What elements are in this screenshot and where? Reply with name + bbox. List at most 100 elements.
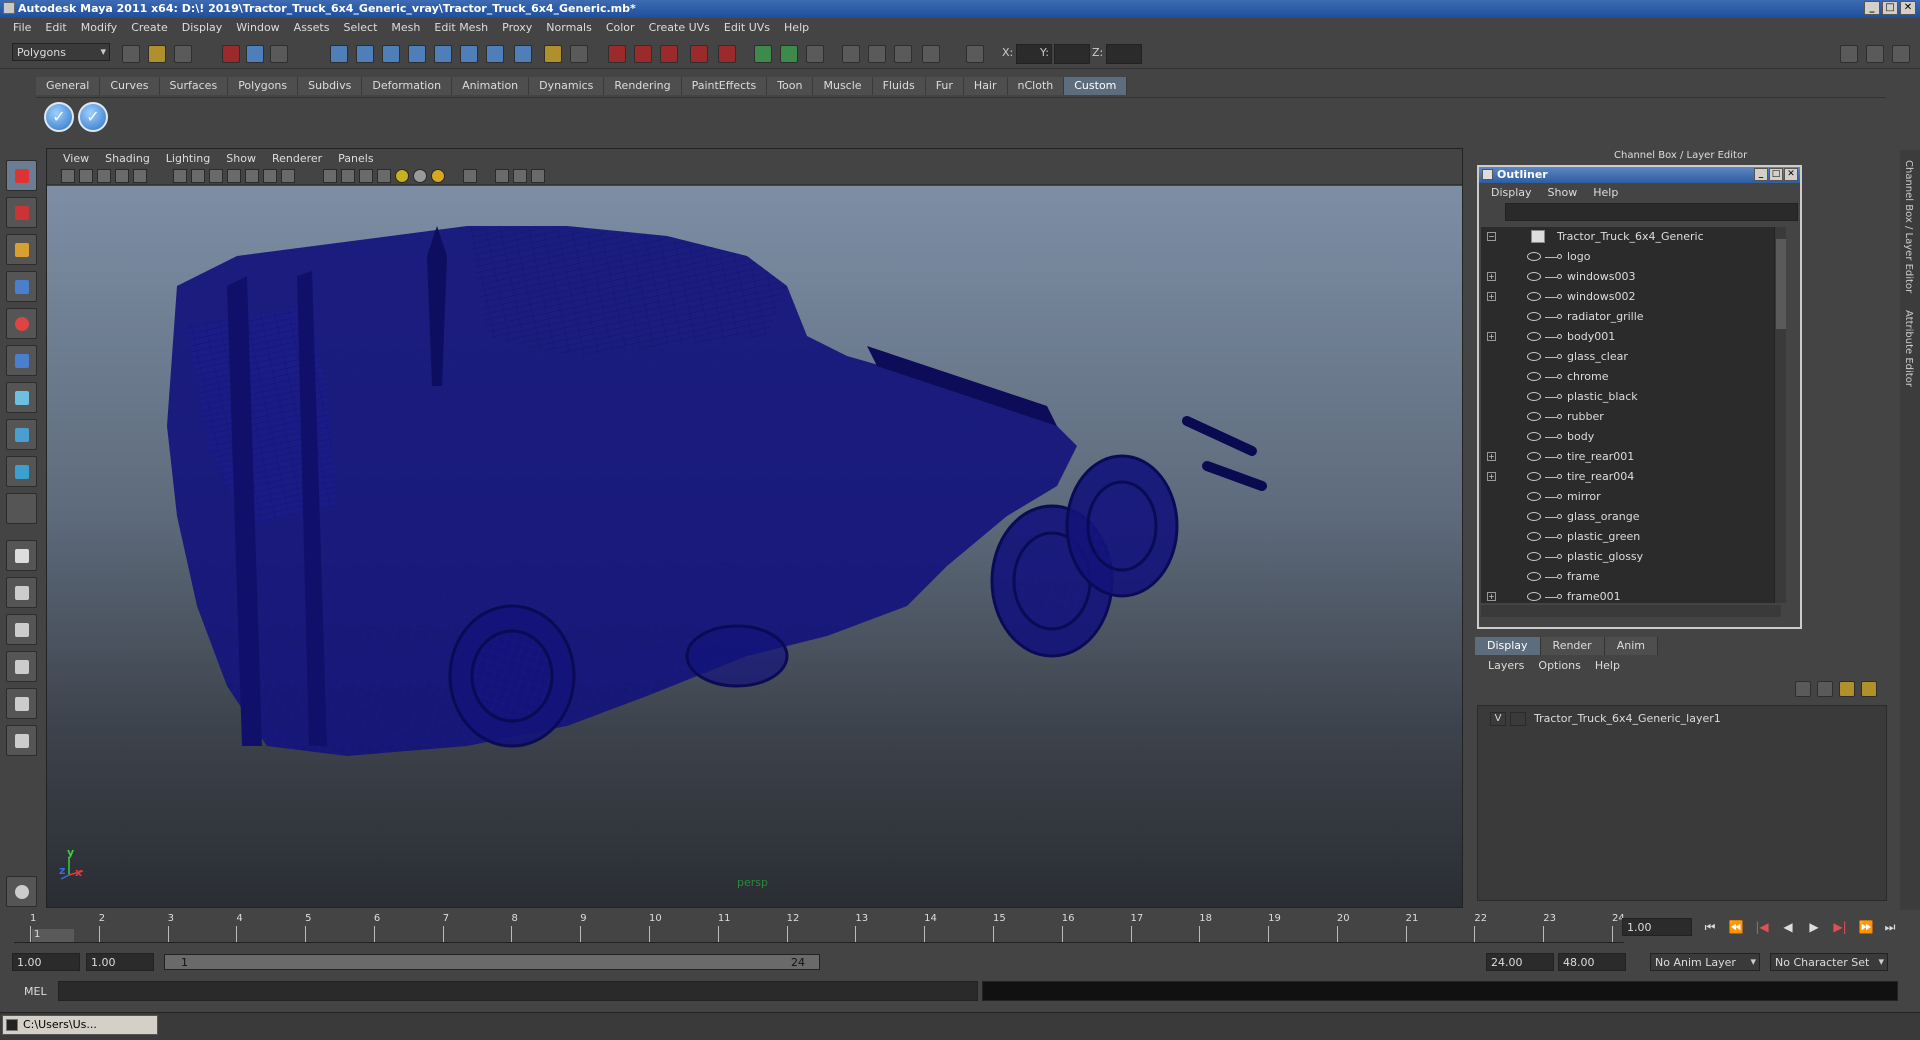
playback-end-field[interactable]: 24.00 [1486,953,1554,971]
menu-edit-uvs[interactable]: Edit UVs [717,21,777,34]
show-attribute-editor-icon[interactable] [842,45,860,63]
expand-icon[interactable]: + [1487,272,1496,281]
hypershade-icon[interactable] [690,45,708,63]
show-outliner-icon[interactable] [922,45,940,63]
menu-display[interactable]: Display [175,21,230,34]
construction-history-icon[interactable] [486,45,504,63]
outliner-item[interactable]: + windows003 [1481,267,1781,287]
layer-name[interactable]: Tractor_Truck_6x4_Generic_layer1 [1534,712,1721,725]
gate-mask-icon[interactable] [227,169,241,183]
snap-plane-icon[interactable] [408,45,426,63]
resolution-gate-icon[interactable] [209,169,223,183]
snap-live-icon[interactable] [434,45,452,63]
snap-point-icon[interactable] [382,45,400,63]
outliner-maximize-button[interactable]: □ [1769,168,1783,181]
universal-manipulator-tool[interactable] [6,382,37,413]
two-d-pan-icon[interactable] [133,169,147,183]
expand-icon[interactable]: + [1487,332,1496,341]
menu-set-dropdown[interactable]: Polygons [12,43,110,61]
shelf-check-button-2[interactable]: ✓ [78,102,108,132]
time-slider[interactable]: 1 2 3 4 5 6 7 8 9 10 11 12 13 14 15 16 17 18 19 20 21 22 23 24 1 [14,913,1625,943]
rename-icon[interactable] [806,45,824,63]
viewport-menu-shading[interactable]: Shading [97,152,158,165]
outliner-item[interactable]: + tire_rear001 [1481,447,1781,467]
menu-proxy[interactable]: Proxy [495,21,539,34]
tab-ncloth[interactable]: nCloth [1007,77,1065,95]
tab-dynamics[interactable]: Dynamics [529,77,605,95]
menu-modify[interactable]: Modify [74,21,124,34]
layer-menu-options[interactable]: Options [1531,659,1587,672]
ipr-render-icon[interactable] [634,45,652,63]
layout-hypershade-icon[interactable] [6,688,37,719]
layer-up-icon[interactable] [1839,681,1855,697]
snap-grid-icon[interactable] [330,45,348,63]
open-scene-icon[interactable] [148,45,166,63]
bookmark-icon[interactable] [97,169,111,183]
menu-mesh[interactable]: Mesh [384,21,427,34]
field-chart-icon[interactable] [245,169,259,183]
show-channel-box-icon[interactable] [894,45,912,63]
step-forward-key-button[interactable]: ⏩ [1856,920,1876,936]
menu-assets[interactable]: Assets [287,21,337,34]
camera-attributes-icon[interactable] [79,169,93,183]
menu-edit[interactable]: Edit [38,21,73,34]
tab-fur[interactable]: Fur [925,77,964,95]
smooth-shade-icon[interactable] [341,169,355,183]
tab-animation[interactable]: Animation [452,77,530,95]
tab-subdivs[interactable]: Subdivs [298,77,363,95]
menu-edit-mesh[interactable]: Edit Mesh [427,21,495,34]
current-frame-field[interactable]: 1.00 [1622,918,1692,936]
outliner-item[interactable]: glass_clear [1481,347,1781,367]
tab-polygons[interactable]: Polygons [228,77,299,95]
outliner-item[interactable]: chrome [1481,367,1781,387]
channel-box-side-tab[interactable]: Channel Box / Layer Editor [1903,160,1914,293]
rotate-tool[interactable] [6,308,37,339]
command-input[interactable] [58,981,978,1001]
menu-color[interactable]: Color [599,21,642,34]
close-button[interactable]: ✕ [1900,1,1916,15]
expand-icon[interactable]: + [1487,292,1496,301]
outliner-item[interactable]: rubber [1481,407,1781,427]
outliner-close-button[interactable]: ✕ [1784,168,1798,181]
go-to-end-button[interactable]: ⏭ [1880,920,1900,936]
all-lights-icon[interactable] [413,169,427,183]
outliner-menu-display[interactable]: Display [1483,186,1540,199]
new-scene-icon[interactable] [122,45,140,63]
show-tool-settings-icon[interactable] [868,45,886,63]
shadows-icon[interactable] [431,169,445,183]
layout-outliner-graph-icon[interactable] [6,725,37,756]
save-scene-icon[interactable] [174,45,192,63]
tab-custom[interactable]: Custom [1064,77,1128,95]
minimize-button[interactable]: _ [1864,1,1880,15]
attribute-editor-side-tab[interactable]: Attribute Editor [1903,310,1914,387]
menu-create-uvs[interactable]: Create UVs [642,21,717,34]
play-forwards-button[interactable]: ▶ [1804,920,1824,936]
last-tool[interactable] [6,493,37,524]
layout-channel-icon[interactable] [1892,45,1910,63]
share-icon[interactable] [531,169,545,183]
play-backwards-button[interactable]: ◀ [1778,920,1798,936]
step-forward-frame-button[interactable]: ▶| [1830,920,1850,936]
soft-modification-tool[interactable] [6,419,37,450]
outliner-item[interactable]: + frame001 [1481,587,1781,603]
animation-end-field[interactable]: 48.00 [1558,953,1626,971]
wireframe-icon[interactable] [323,169,337,183]
new-layer-selected-icon[interactable] [1817,681,1833,697]
safe-title-icon[interactable] [281,169,295,183]
tab-fluids[interactable]: Fluids [872,77,926,95]
go-to-start-button[interactable]: ⏮ [1700,920,1720,936]
z-field[interactable] [1106,44,1142,64]
outliner-vertical-scrollbar[interactable] [1774,227,1786,603]
outliner-menu-show[interactable]: Show [1540,186,1586,199]
character-set-dropdown[interactable]: No Character Set [1770,953,1888,971]
layer-down-icon[interactable] [1861,681,1877,697]
range-bar[interactable]: 1 24 [164,954,820,970]
menu-select[interactable]: Select [336,21,384,34]
tab-muscle[interactable]: Muscle [813,77,873,95]
absolute-transform-icon[interactable] [966,45,984,63]
layer-playback-toggle[interactable] [1510,712,1526,726]
tab-deformation[interactable]: Deformation [362,77,453,95]
tab-painteffects[interactable]: PaintEffects [681,77,768,95]
tab-curves[interactable]: Curves [100,77,160,95]
high-quality-icon[interactable] [513,169,527,183]
